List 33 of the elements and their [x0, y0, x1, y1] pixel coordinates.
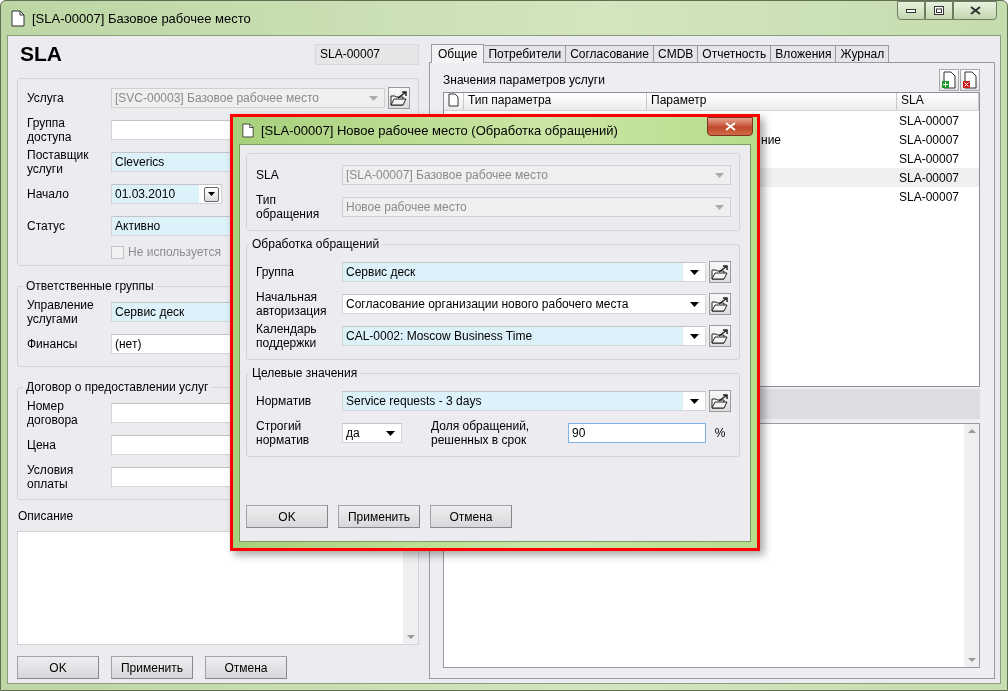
field-label: Цена — [27, 438, 57, 452]
field-label: Поставщик услуги — [27, 148, 90, 176]
section-title: Значения параметров услуги — [443, 73, 605, 87]
field-label: Тип обращения — [256, 193, 321, 221]
group-title: Целевые значения — [251, 366, 359, 380]
table-cell: SLA-00007 — [899, 189, 960, 204]
field-label: Строгий норматив — [256, 419, 311, 447]
table-cell: SLA-00007 — [899, 132, 960, 147]
field-label: Начало — [27, 187, 70, 201]
group-title: Обработка обращений — [251, 237, 381, 251]
field-label: Доля обращений, решенных в срок — [431, 419, 531, 447]
group-title: Договор о предоставлении услуг — [25, 380, 210, 394]
window-title: [SLA-00007] Базовое рабочее место — [32, 10, 251, 26]
field-label: Статус — [27, 219, 66, 233]
field-label: Группа доступа — [27, 116, 73, 144]
form-title: SLA — [20, 42, 62, 66]
table-cell-text: ние — [760, 132, 781, 147]
field-label: Услуга — [27, 91, 65, 105]
field-label: Описание — [18, 509, 74, 525]
field-label: Группа — [256, 265, 296, 279]
dialog-title: [SLA-00007] Новое рабочее место (Обработка обращений) — [261, 123, 618, 138]
table-cell: SLA-00007 — [899, 151, 960, 166]
field-label: Условия оплаты — [27, 463, 75, 491]
field-label: Норматив — [256, 394, 313, 408]
field-label: Финансы — [27, 337, 79, 351]
group-title: Ответственные группы — [25, 279, 155, 293]
record-number: SLA-00007 — [315, 43, 419, 65]
field-label: Управление услугами — [27, 298, 95, 326]
unit-label: % — [713, 426, 727, 440]
field-label: SLA — [256, 168, 280, 182]
table-cell: SLA-00007 — [899, 113, 960, 128]
field-label: Номер договора — [27, 399, 79, 427]
table-cell: SLA-00007 — [899, 170, 960, 185]
